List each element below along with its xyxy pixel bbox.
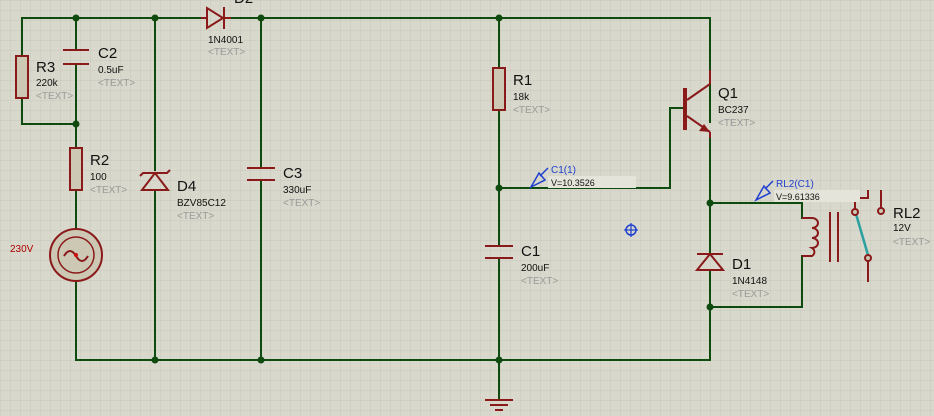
ac-source-center-marker (74, 253, 78, 257)
c1-ref: C1 (521, 243, 540, 260)
r3-ref: R3 (36, 59, 55, 76)
r1-text: <TEXT> (513, 105, 550, 116)
d4-text: <TEXT> (177, 211, 214, 222)
c2-text: <TEXT> (98, 78, 135, 89)
c2-value: 0.5uF (98, 65, 124, 76)
d1-ref: D1 (732, 256, 751, 273)
relay-nc-contact (864, 254, 872, 262)
c1-text: <TEXT> (521, 276, 558, 287)
c3-text: <TEXT> (283, 198, 320, 209)
r2-value: 100 (90, 172, 107, 183)
r2-text: <TEXT> (90, 185, 127, 196)
grid-background (0, 0, 934, 416)
d2-text: <TEXT> (208, 47, 245, 58)
d2-value: 1N4001 (208, 35, 243, 46)
v1-value: 230V (10, 244, 34, 255)
c3-value: 330uF (283, 185, 311, 196)
resistor-r1-body (492, 67, 506, 111)
r3-value: 220k (36, 78, 59, 89)
c1-value: 200uF (521, 263, 549, 274)
probe-rl2-reading: V=9.61336 (776, 192, 820, 202)
c2-ref: C2 (98, 45, 117, 62)
r2-ref: R2 (90, 152, 109, 169)
r3-text: <TEXT> (36, 91, 73, 102)
d2-ref: D2 (234, 0, 253, 7)
schematic-canvas[interactable]: R3 220k <TEXT> C2 0.5uF <TEXT> D2 1N4001… (0, 0, 934, 416)
q1-value: BC237 (718, 105, 749, 116)
r1-ref: R1 (513, 72, 532, 89)
rl2-value: 12V (893, 223, 911, 234)
probe-c1-label: C1(1) (551, 165, 576, 176)
r1-value: 18k (513, 92, 530, 103)
q1-ref: Q1 (718, 85, 738, 102)
d1-text: <TEXT> (732, 289, 769, 300)
probe-rl2-label: RL2(C1) (776, 179, 814, 190)
resistor-r2-body (69, 147, 83, 191)
rl2-text: <TEXT> (893, 237, 930, 248)
d1-value: 1N4148 (732, 276, 767, 287)
resistor-r3-body (15, 55, 29, 99)
relay-pivot (851, 208, 859, 216)
d4-value: BZV85C12 (177, 198, 226, 209)
q1-text: <TEXT> (718, 118, 755, 129)
probe-c1-reading: V=10.3526 (551, 178, 595, 188)
relay-no-contact (877, 207, 885, 215)
rl2-ref: RL2 (893, 205, 921, 222)
c3-ref: C3 (283, 165, 302, 182)
d4-ref: D4 (177, 178, 196, 195)
